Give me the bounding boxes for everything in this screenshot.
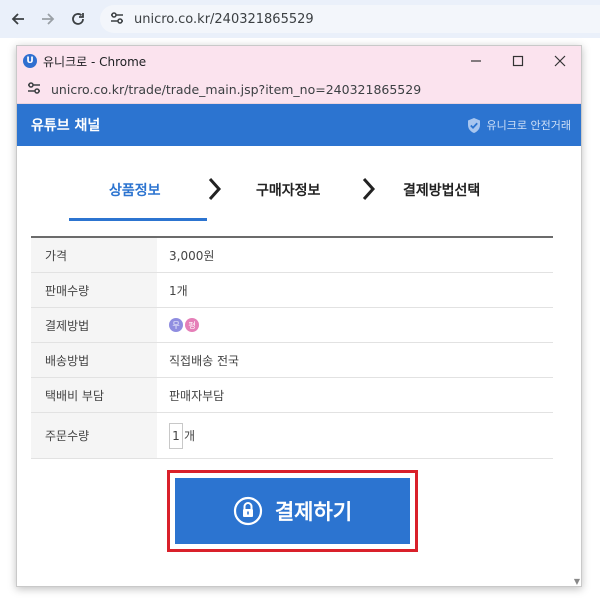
- close-icon[interactable]: [539, 46, 581, 76]
- url-text: unicro.co.kr/240321865529: [134, 11, 314, 27]
- pay-button-highlight: 결제하기: [167, 470, 418, 552]
- shipping-value: 직접배송 전국: [169, 353, 240, 368]
- installment-payment-icon: 평: [185, 318, 199, 332]
- scroll-down-arrow-icon[interactable]: ▼: [574, 577, 580, 586]
- table-row: 주문수량 1 개: [31, 413, 553, 459]
- shipping-fee-value: 판매자부담: [169, 388, 225, 403]
- product-info-table: 가격 3,000원 판매수량 1개 결제방법 무 평 배송방법 직접배송 전국 …: [31, 236, 553, 459]
- payment-method-value: 무 평: [157, 308, 553, 342]
- price-value: 3,000원: [169, 248, 215, 263]
- order-quantity-input[interactable]: 1: [169, 422, 183, 449]
- table-row: 가격 3,000원: [31, 238, 553, 273]
- shield-check-icon: [467, 117, 480, 133]
- popup-titlebar: U 유니크로 - Chrome: [17, 46, 581, 76]
- popup-window: U 유니크로 - Chrome unicro.co.kr/trade/trade…: [16, 45, 582, 587]
- table-row: 배송방법 직접배송 전국: [31, 343, 553, 378]
- url-bar[interactable]: unicro.co.kr/240321865529: [100, 5, 600, 33]
- page-title: 유튜브 채널: [31, 118, 101, 134]
- popup-url-text: unicro.co.kr/trade/trade_main.jsp?item_n…: [51, 82, 422, 97]
- order-quantity-value: 1 개: [157, 413, 553, 458]
- table-row: 택배비 부담 판매자부담: [31, 378, 553, 413]
- lock-icon: [233, 496, 262, 526]
- chevron-right-icon: [208, 177, 222, 201]
- quantity-label: 판매수량: [31, 273, 157, 307]
- price-label: 가격: [31, 238, 157, 272]
- shipping-fee-label: 택배비 부담: [31, 378, 157, 412]
- quantity-value: 1개: [169, 283, 188, 298]
- popup-title: 유니크로 - Chrome: [43, 54, 147, 69]
- table-row: 결제방법 무 평: [31, 308, 553, 343]
- reload-icon[interactable]: [66, 7, 90, 31]
- page-header: 유튜브 채널 유니크로 안전거래: [17, 104, 581, 146]
- browser-toolbar: unicro.co.kr/240321865529: [0, 0, 600, 38]
- site-settings-icon[interactable]: [27, 80, 41, 99]
- order-quantity-unit: 개: [184, 429, 196, 443]
- step-buyer-info[interactable]: 구매자정보: [256, 180, 320, 200]
- free-payment-icon: 무: [169, 318, 183, 332]
- step-product-info[interactable]: 상품정보: [109, 180, 161, 200]
- maximize-icon[interactable]: [497, 46, 539, 76]
- site-settings-icon[interactable]: [110, 10, 124, 29]
- active-step-underline: [69, 218, 207, 221]
- minimize-icon[interactable]: [455, 46, 497, 76]
- back-arrow-icon[interactable]: [6, 7, 30, 31]
- unicro-logo-icon: U: [23, 54, 37, 68]
- popup-address-bar[interactable]: unicro.co.kr/trade/trade_main.jsp?item_n…: [17, 76, 581, 104]
- forward-arrow-icon[interactable]: [36, 7, 60, 31]
- step-payment-method[interactable]: 결제방법선택: [403, 180, 480, 200]
- shipping-label: 배송방법: [31, 343, 157, 377]
- pay-button-label: 결제하기: [274, 500, 353, 524]
- pay-button[interactable]: 결제하기: [175, 478, 410, 544]
- table-row: 판매수량 1개: [31, 273, 553, 308]
- scrollbar[interactable]: ▼: [571, 104, 581, 586]
- order-quantity-label: 주문수량: [31, 413, 157, 458]
- chevron-right-icon: [362, 177, 376, 201]
- step-indicator: 상품정보 구매자정보 결제방법선택: [17, 146, 581, 234]
- payment-method-label: 결제방법: [31, 308, 157, 342]
- safe-trade-label: 유니크로 안전거래: [486, 119, 571, 132]
- safe-trade-badge: 유니크로 안전거래: [466, 117, 571, 134]
